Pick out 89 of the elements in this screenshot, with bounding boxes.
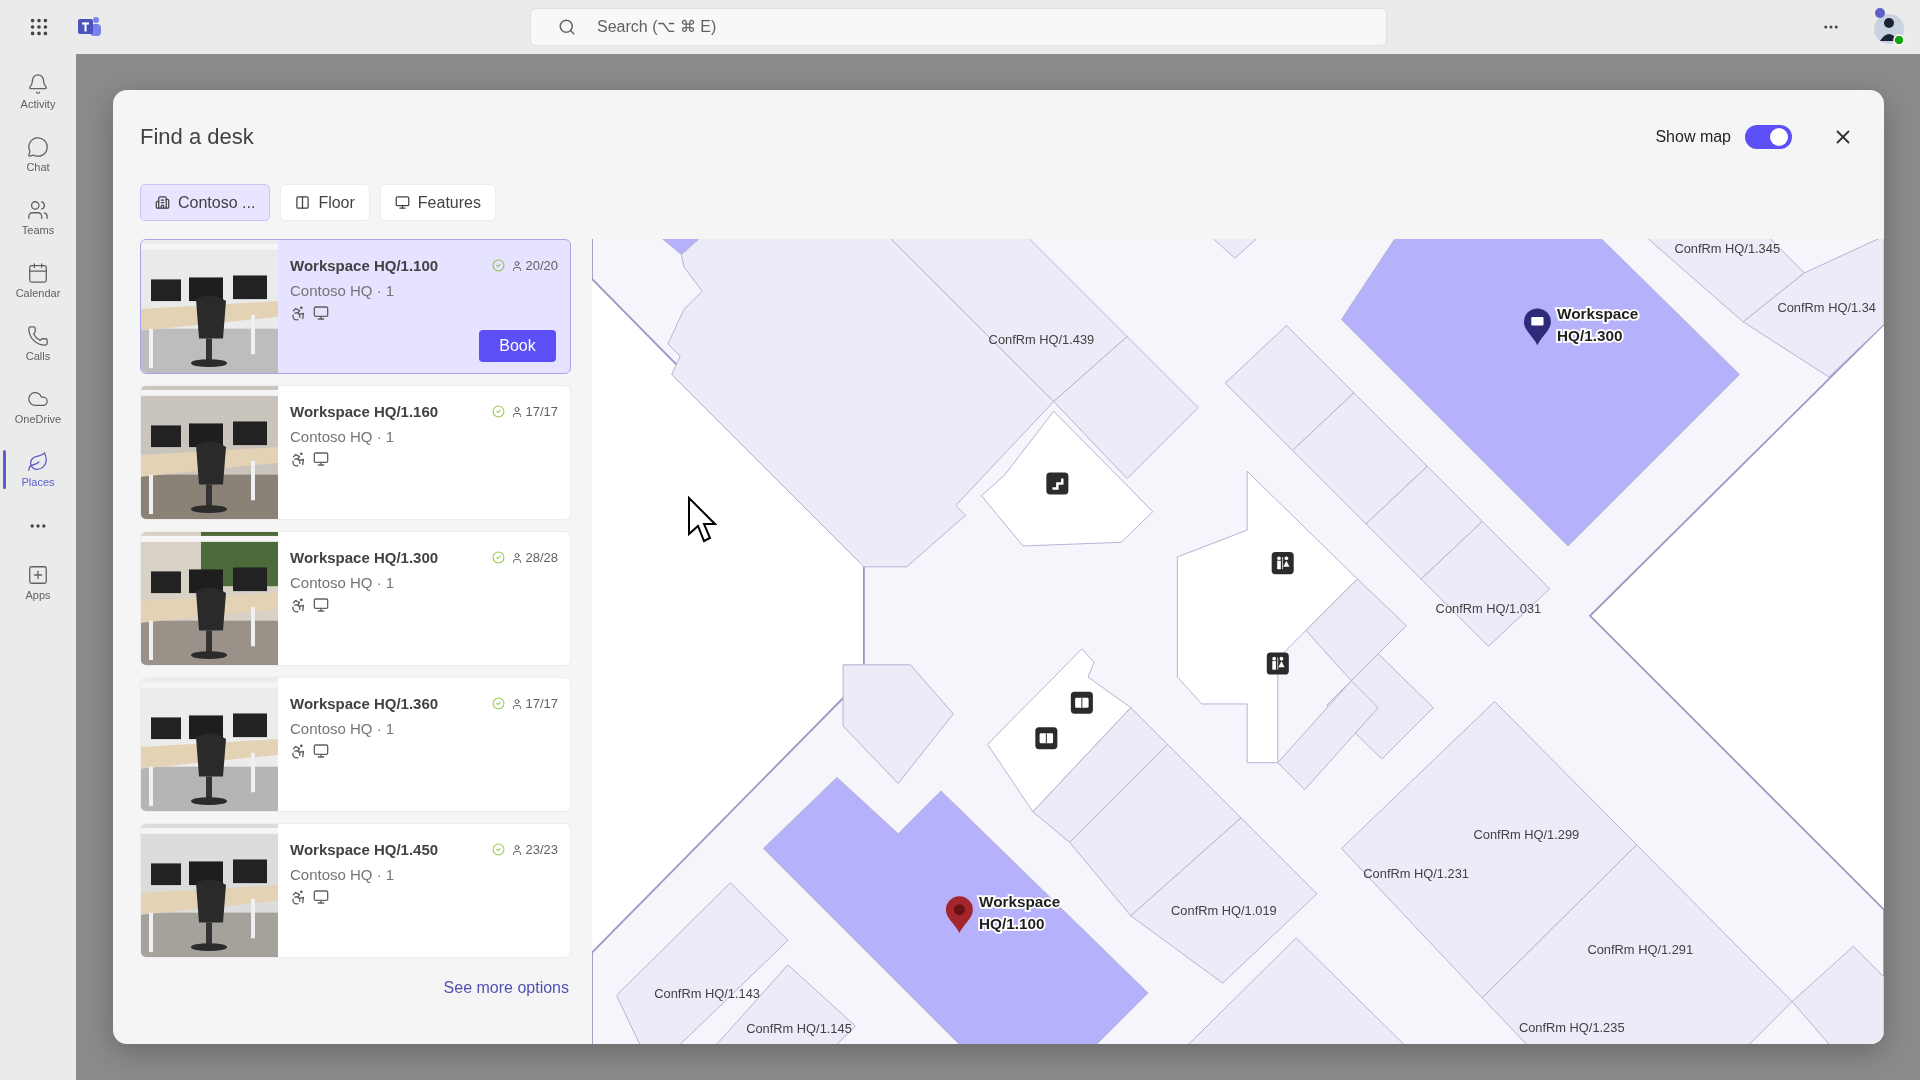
leaf-icon: [27, 451, 49, 473]
nav-item[interactable]: Places: [0, 440, 76, 499]
filter-chip[interactable]: Floor: [280, 184, 370, 221]
monitor-icon: [313, 451, 329, 467]
nav-item[interactable]: OneDrive: [0, 377, 76, 436]
restroom-icon: [1271, 552, 1294, 575]
room-label: ConfRm HQ/1.34: [1777, 300, 1876, 316]
room-label: ConfRm HQ/1.235: [1518, 1020, 1625, 1036]
app-launcher-icon[interactable]: [28, 16, 50, 38]
desk-location: Contoso HQ · 1: [290, 866, 396, 883]
desk-name: Workspace HQ/1.360: [290, 695, 440, 712]
available-icon: [492, 405, 506, 418]
show-map-toggle[interactable]: [1745, 125, 1792, 149]
desk-card[interactable]: Workspace HQ/1.300 28/28 Contoso HQ · 1: [140, 531, 571, 666]
workspace-label: Workspace HQ/1.100: [979, 893, 1061, 933]
available-icon: [492, 843, 506, 856]
desk-card[interactable]: Workspace HQ/1.360 17/17 Contoso HQ · 1: [140, 677, 571, 812]
capacity-count: 17/17: [525, 696, 558, 711]
person-icon: [511, 697, 524, 710]
filter-chip[interactable]: Features: [379, 184, 496, 221]
desk-name: Workspace HQ/1.100: [290, 257, 440, 274]
desk-location: Contoso HQ · 1: [290, 282, 396, 299]
nav-item[interactable]: Teams: [0, 188, 76, 247]
stairs-icon: [1046, 472, 1069, 495]
monitor-icon: [313, 889, 329, 905]
floor-plan-icon: [295, 195, 311, 210]
desk-card[interactable]: Workspace HQ/1.450 23/23 Contoso HQ · 1: [140, 823, 571, 958]
monitor-icon: [394, 195, 410, 210]
see-more-link[interactable]: See more options: [443, 979, 569, 997]
available-icon: [492, 697, 506, 710]
available-icon: [492, 259, 506, 272]
desk-location: Contoso HQ · 1: [290, 720, 396, 737]
room-label: ConfRm HQ/1.439: [988, 331, 1095, 347]
nav-item[interactable]: Apps: [0, 553, 76, 612]
calendar-icon: [27, 262, 49, 284]
desk-card[interactable]: Workspace HQ/1.160 17/17 Contoso HQ · 1: [140, 385, 571, 520]
monitor-icon: [313, 597, 329, 613]
nav-item[interactable]: Calendar: [0, 251, 76, 310]
accessibility-icon: [290, 597, 307, 614]
people-icon: [27, 199, 49, 221]
plus-icon: [27, 564, 49, 586]
room-label: ConfRm HQ/1.145: [746, 1021, 852, 1037]
search-field[interactable]: Search (⌥ ⌘ E): [530, 8, 1387, 46]
dialog-title: Find a desk: [140, 124, 255, 150]
desk-name: Workspace HQ/1.300: [290, 549, 440, 566]
filter-chip[interactable]: Contoso ...: [140, 184, 271, 221]
person-icon: [511, 259, 524, 272]
bell-icon: [27, 73, 49, 95]
desk-card[interactable]: Workspace HQ/1.100 20/20 Contoso HQ · 1 Book: [140, 239, 571, 374]
accessibility-icon: [290, 451, 307, 468]
room-label: ConfRm HQ/1.291: [1587, 941, 1694, 957]
chat-bubble-icon: [27, 136, 49, 158]
capacity-count: 28/28: [525, 550, 558, 565]
capacity-count: 23/23: [525, 842, 558, 857]
avatar-icon[interactable]: [1872, 7, 1906, 47]
accessibility-icon: [290, 889, 307, 906]
location-pin-icon[interactable]: [1523, 308, 1551, 346]
room-label: ConfRm HQ/1.019: [1171, 902, 1277, 918]
monitor-icon: [313, 305, 329, 321]
person-icon: [511, 405, 524, 418]
desk-name: Workspace HQ/1.160: [290, 403, 440, 420]
app-logo-icon[interactable]: [78, 16, 102, 38]
accessibility-icon: [290, 305, 307, 322]
nav-item[interactable]: Calls: [0, 314, 76, 373]
room-label: ConfRm HQ/1.231: [1363, 865, 1469, 881]
capacity-count: 17/17: [525, 404, 558, 419]
elevator-icon: [1035, 727, 1058, 750]
phone-icon: [27, 325, 49, 347]
person-icon: [511, 551, 524, 564]
workspace-label: Workspace HQ/1.300: [1557, 305, 1639, 345]
desk-name: Workspace HQ/1.450: [290, 841, 440, 858]
room-label: ConfRm HQ/1.143: [654, 985, 760, 1001]
room-label: ConfRm HQ/1.031: [1435, 601, 1542, 617]
nav-item[interactable]: Chat: [0, 125, 76, 184]
available-icon: [492, 551, 506, 564]
book-button[interactable]: Book: [479, 330, 556, 362]
toggle-label: Show map: [1655, 128, 1731, 146]
accessibility-icon: [290, 743, 307, 760]
nav-item[interactable]: Activity: [0, 62, 76, 121]
desk-location: Contoso HQ · 1: [290, 428, 396, 445]
search-icon: [558, 18, 576, 36]
room-label: ConfRm HQ/1.345: [1674, 241, 1781, 257]
monitor-icon: [313, 743, 329, 759]
room-label: ConfRm HQ/1.299: [1473, 826, 1580, 842]
person-icon: [511, 843, 524, 856]
building-icon: [155, 195, 170, 210]
location-pin-icon[interactable]: [945, 896, 973, 933]
desk-location: Contoso HQ · 1: [290, 574, 396, 591]
capacity-count: 20/20: [525, 258, 558, 273]
